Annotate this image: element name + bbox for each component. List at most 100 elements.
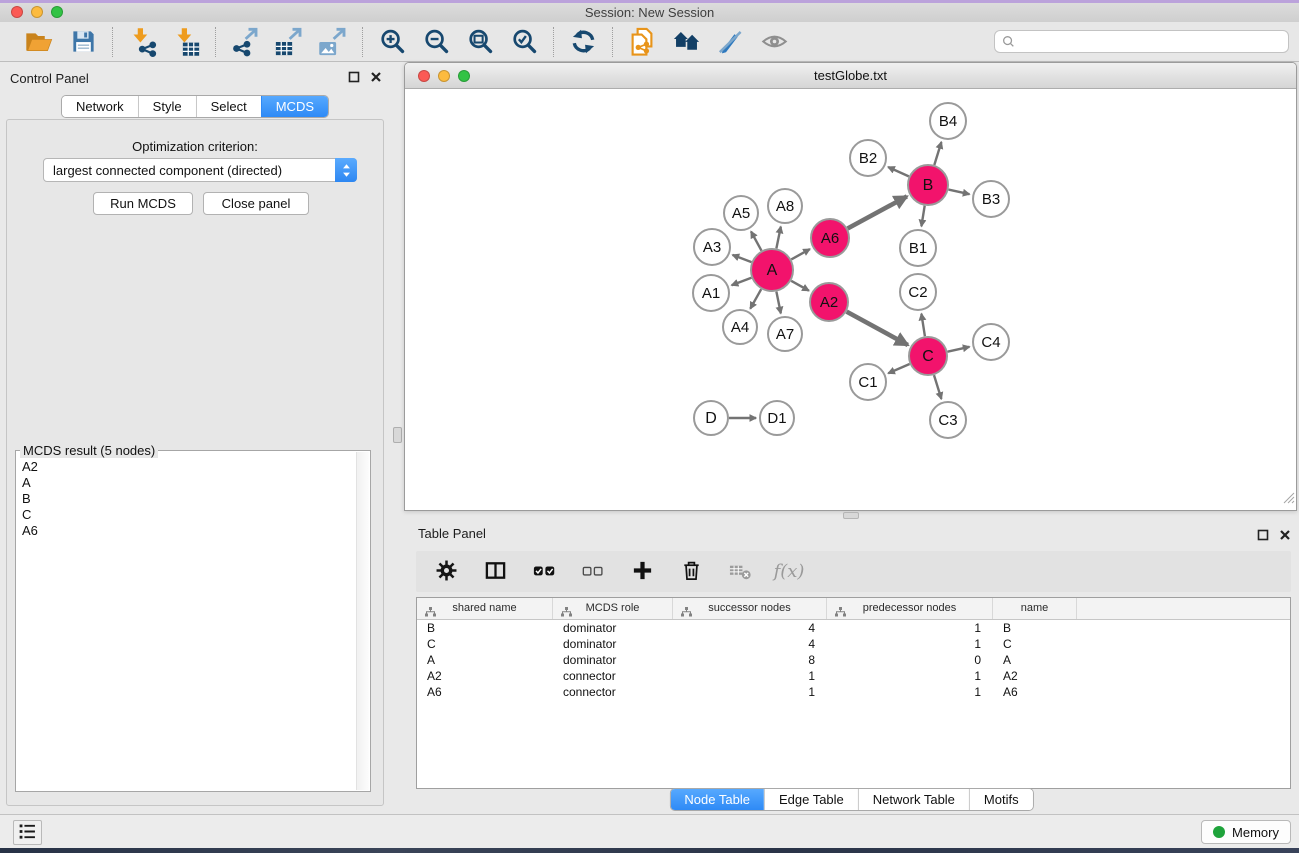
- graph-edge-A-A3[interactable]: [733, 255, 752, 262]
- graph-edge-B-B4[interactable]: [934, 142, 941, 165]
- run-mcds-button[interactable]: Run MCDS: [93, 192, 193, 215]
- float-table-panel-button[interactable]: [1257, 529, 1269, 544]
- graph-node-B2[interactable]: B2: [850, 140, 886, 176]
- graph-edge-A-A6[interactable]: [791, 249, 810, 259]
- table-tab-node-table[interactable]: Node Table: [670, 789, 764, 810]
- mcds-result-item[interactable]: B: [16, 491, 355, 507]
- close-table-panel-button[interactable]: [1279, 529, 1291, 544]
- network-canvas[interactable]: AA1A2A3A4A5A6A7A8BB1B2B3B4CC1C2C3C4DD1: [405, 89, 1296, 510]
- network-window-titlebar[interactable]: testGlobe.txt: [405, 63, 1296, 89]
- optimization-criterion-select[interactable]: largest connected component (directed): [43, 158, 357, 182]
- result-list-scrollbar[interactable]: [356, 452, 369, 790]
- graph-edge-C-C2[interactable]: [921, 314, 925, 337]
- graph-edge-A-A7[interactable]: [776, 292, 780, 314]
- graph-node-A4[interactable]: A4: [723, 310, 757, 344]
- graph-node-A[interactable]: A: [751, 249, 793, 291]
- graph-node-C1[interactable]: C1: [850, 364, 886, 400]
- open-session-button[interactable]: [21, 25, 57, 59]
- graph-node-C3[interactable]: C3: [930, 402, 966, 438]
- graph-edge-C-C3[interactable]: [934, 375, 941, 399]
- search-input[interactable]: [994, 30, 1289, 53]
- panel-list-button[interactable]: [13, 820, 42, 845]
- table-tab-network-table[interactable]: Network Table: [858, 789, 969, 810]
- network-from-selection-button[interactable]: [624, 25, 660, 59]
- graph-node-A7[interactable]: A7: [768, 317, 802, 351]
- zoom-selected-button[interactable]: [506, 25, 542, 59]
- delete-column-button[interactable]: [675, 555, 707, 589]
- delete-table-button[interactable]: [724, 555, 756, 589]
- close-panel-button[interactable]: [370, 71, 382, 86]
- float-panel-button[interactable]: [348, 71, 360, 86]
- refresh-button[interactable]: [565, 25, 601, 59]
- export-image-button[interactable]: [315, 25, 351, 59]
- zoom-fit-button[interactable]: [462, 25, 498, 59]
- table-row[interactable]: Cdominator41C: [417, 636, 1290, 652]
- graph-node-D1[interactable]: D1: [760, 401, 794, 435]
- graph-node-A2[interactable]: A2: [810, 283, 848, 321]
- save-session-button[interactable]: [65, 25, 101, 59]
- graph-edge-C-C1[interactable]: [888, 364, 909, 373]
- memory-button[interactable]: Memory: [1201, 820, 1291, 844]
- graph-node-B1[interactable]: B1: [900, 230, 936, 266]
- graph-node-A8[interactable]: A8: [768, 189, 802, 223]
- graph-node-B3[interactable]: B3: [973, 181, 1009, 217]
- table-row[interactable]: Adominator80A: [417, 652, 1290, 668]
- export-network-button[interactable]: [227, 25, 263, 59]
- add-column-button[interactable]: [626, 555, 658, 589]
- graph-edge-A6-B[interactable]: [848, 196, 907, 228]
- settings-button[interactable]: [430, 555, 462, 589]
- graph-node-A3[interactable]: A3: [694, 229, 730, 265]
- column-header-successor-nodes[interactable]: successor nodes: [673, 598, 827, 619]
- window-resize-grip[interactable]: [1282, 491, 1295, 509]
- table-row[interactable]: A2connector11A2: [417, 668, 1290, 684]
- graph-node-C4[interactable]: C4: [973, 324, 1009, 360]
- network-graph[interactable]: AA1A2A3A4A5A6A7A8BB1B2B3B4CC1C2C3C4DD1: [405, 89, 1296, 510]
- close-panel-button-mcds[interactable]: Close panel: [203, 192, 309, 215]
- graph-edge-A2-C[interactable]: [847, 312, 908, 345]
- column-header-shared-name[interactable]: shared name: [417, 598, 553, 619]
- split-view-button[interactable]: [479, 555, 511, 589]
- import-table-button[interactable]: [168, 25, 204, 59]
- toggle-graphics-details-button[interactable]: [712, 25, 748, 59]
- mcds-result-list[interactable]: A2ABCA6: [16, 459, 355, 791]
- graph-node-B[interactable]: B: [908, 165, 948, 205]
- tab-select[interactable]: Select: [196, 96, 261, 117]
- column-header-MCDS-role[interactable]: MCDS role: [553, 598, 673, 619]
- table-tab-motifs[interactable]: Motifs: [969, 789, 1033, 810]
- function-builder-button[interactable]: f(x): [773, 555, 805, 589]
- table-tab-edge-table[interactable]: Edge Table: [764, 789, 858, 810]
- vertical-divider-grip[interactable]: [393, 427, 402, 443]
- select-all-button[interactable]: [528, 555, 560, 589]
- mcds-result-item[interactable]: A6: [16, 523, 355, 539]
- export-table-button[interactable]: [271, 25, 307, 59]
- graph-node-A6[interactable]: A6: [811, 219, 849, 257]
- zoom-out-button[interactable]: [418, 25, 454, 59]
- table-row[interactable]: A6connector11A6: [417, 684, 1290, 700]
- deselect-all-button[interactable]: [577, 555, 609, 589]
- show-hide-button[interactable]: [756, 25, 792, 59]
- graph-edge-A-A5[interactable]: [751, 231, 762, 250]
- graph-edge-A-A8[interactable]: [776, 227, 780, 249]
- graph-edge-A-A1[interactable]: [732, 278, 752, 285]
- graph-edge-B-B1[interactable]: [921, 206, 924, 227]
- graph-edge-A-A2[interactable]: [791, 281, 809, 291]
- graph-edge-B-B2[interactable]: [888, 167, 909, 176]
- column-header-name[interactable]: name: [993, 598, 1077, 619]
- graph-edge-C-C4[interactable]: [948, 347, 970, 352]
- graph-node-C2[interactable]: C2: [900, 274, 936, 310]
- cybrowser-button[interactable]: [668, 25, 704, 59]
- horizontal-divider-grip[interactable]: [843, 512, 859, 519]
- mcds-result-item[interactable]: A2: [16, 459, 355, 475]
- mcds-result-item[interactable]: A: [16, 475, 355, 491]
- graph-edge-B-B3[interactable]: [949, 190, 970, 195]
- graph-node-A5[interactable]: A5: [724, 196, 758, 230]
- graph-node-C[interactable]: C: [909, 337, 947, 375]
- graph-edge-A-A4[interactable]: [750, 289, 761, 309]
- tab-style[interactable]: Style: [138, 96, 196, 117]
- mcds-result-item[interactable]: C: [16, 507, 355, 523]
- import-network-button[interactable]: [124, 25, 160, 59]
- tab-network[interactable]: Network: [62, 96, 138, 117]
- table-row[interactable]: Bdominator41B: [417, 620, 1290, 636]
- zoom-in-button[interactable]: [374, 25, 410, 59]
- tab-mcds[interactable]: MCDS: [261, 96, 328, 117]
